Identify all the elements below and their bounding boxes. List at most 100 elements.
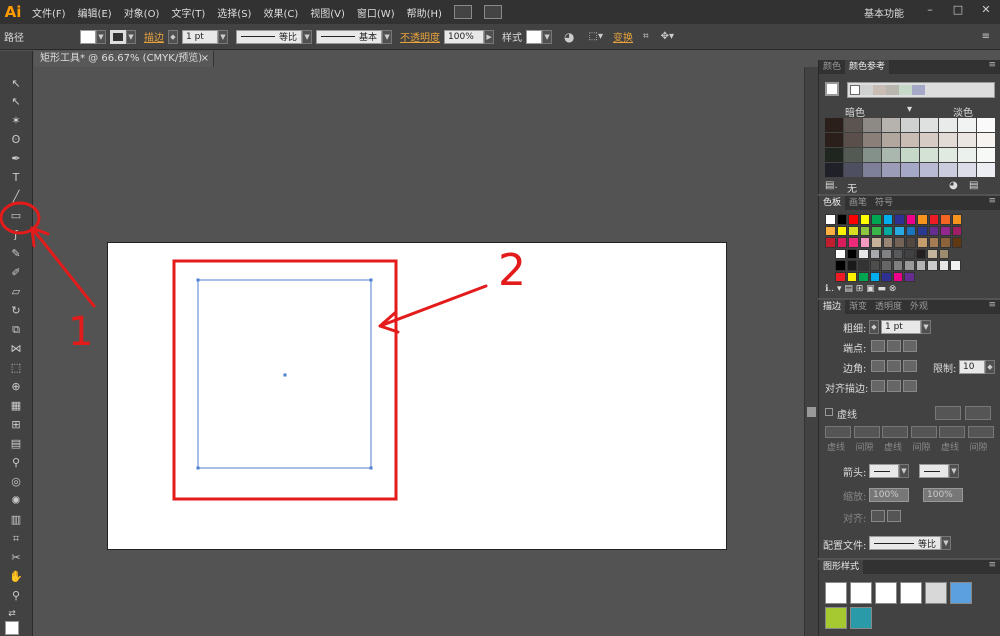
harmony-color-swatch[interactable] bbox=[825, 82, 839, 96]
color-swatch[interactable] bbox=[951, 214, 962, 225]
harmony-color[interactable] bbox=[873, 85, 886, 95]
tab-appearance[interactable]: 外观 bbox=[906, 300, 932, 314]
color-swatch[interactable] bbox=[869, 271, 880, 282]
graphic-styles-grid[interactable] bbox=[825, 582, 995, 632]
color-swatch[interactable] bbox=[882, 237, 893, 248]
guide-swatch[interactable] bbox=[939, 133, 957, 147]
guide-swatch[interactable] bbox=[825, 118, 843, 132]
tab-swatches[interactable]: 色板 bbox=[819, 196, 846, 210]
harmony-color[interactable] bbox=[886, 85, 899, 95]
align-inside-button[interactable] bbox=[887, 380, 901, 392]
color-swatch[interactable] bbox=[892, 248, 903, 259]
color-swatch[interactable] bbox=[869, 260, 880, 271]
color-swatch[interactable] bbox=[858, 271, 869, 282]
guide-swatch[interactable] bbox=[958, 163, 976, 177]
color-swatch[interactable] bbox=[917, 237, 928, 248]
color-swatch[interactable] bbox=[825, 214, 836, 225]
guide-swatch[interactable] bbox=[844, 118, 862, 132]
color-swatch[interactable] bbox=[892, 260, 903, 271]
dash-align-button[interactable] bbox=[965, 406, 991, 420]
color-swatch[interactable] bbox=[836, 237, 847, 248]
color-swatch[interactable] bbox=[881, 271, 892, 282]
color-swatch[interactable] bbox=[938, 260, 949, 271]
anchor-point[interactable] bbox=[369, 466, 373, 470]
graphic-style-swatch[interactable] bbox=[825, 582, 847, 604]
guide-swatch[interactable] bbox=[920, 118, 938, 132]
color-swatch[interactable] bbox=[835, 271, 846, 282]
profile-select[interactable]: 等比 bbox=[869, 536, 941, 550]
color-swatch[interactable] bbox=[882, 214, 893, 225]
color-swatch[interactable] bbox=[848, 225, 859, 236]
color-swatch[interactable] bbox=[825, 225, 836, 236]
color-swatch[interactable] bbox=[915, 260, 926, 271]
graphic-style-swatch[interactable] bbox=[850, 607, 872, 629]
color-swatch[interactable] bbox=[846, 260, 857, 271]
graphic-style-swatch[interactable] bbox=[875, 582, 897, 604]
panel-menu-icon[interactable]: ≡ bbox=[988, 196, 996, 206]
color-swatch[interactable] bbox=[859, 214, 870, 225]
guide-swatch[interactable] bbox=[882, 133, 900, 147]
color-swatch[interactable] bbox=[859, 225, 870, 236]
guide-swatch[interactable] bbox=[939, 163, 957, 177]
color-swatch[interactable] bbox=[904, 248, 915, 259]
color-swatch[interactable] bbox=[917, 214, 928, 225]
guide-swatch[interactable] bbox=[844, 163, 862, 177]
tab-symbols[interactable]: 符号 bbox=[871, 196, 897, 210]
dash-gap-input[interactable] bbox=[939, 426, 965, 438]
tab-color[interactable]: 颜色 bbox=[819, 60, 845, 74]
color-swatch[interactable] bbox=[938, 248, 949, 259]
harmony-color[interactable] bbox=[912, 85, 925, 95]
color-swatch[interactable] bbox=[835, 260, 846, 271]
weight-input[interactable]: 1 pt bbox=[881, 320, 921, 334]
color-swatch[interactable] bbox=[917, 225, 928, 236]
color-swatch[interactable] bbox=[951, 237, 962, 248]
guide-swatch[interactable] bbox=[863, 118, 881, 132]
color-swatch[interactable] bbox=[846, 271, 857, 282]
guide-swatch[interactable] bbox=[958, 148, 976, 162]
color-swatch[interactable] bbox=[835, 248, 846, 259]
guide-swatch[interactable] bbox=[977, 148, 995, 162]
align-center-button[interactable] bbox=[871, 380, 885, 392]
color-swatch[interactable] bbox=[848, 214, 859, 225]
color-swatch[interactable] bbox=[882, 225, 893, 236]
color-swatch[interactable] bbox=[940, 225, 951, 236]
round-cap-button[interactable] bbox=[887, 340, 901, 352]
color-swatch[interactable] bbox=[904, 271, 915, 282]
limit-input[interactable]: 10 bbox=[959, 360, 985, 374]
panel-menu-icon[interactable]: ≡ bbox=[988, 300, 996, 310]
guide-swatch[interactable] bbox=[920, 148, 938, 162]
bevel-join-button[interactable] bbox=[903, 360, 917, 372]
color-swatch[interactable] bbox=[859, 237, 870, 248]
miter-join-button[interactable] bbox=[871, 360, 885, 372]
tab-gradient[interactable]: 渐变 bbox=[845, 300, 871, 314]
color-swatch[interactable] bbox=[928, 214, 939, 225]
tab-graphic-styles[interactable]: 图形样式 bbox=[819, 560, 864, 574]
color-swatch[interactable] bbox=[928, 237, 939, 248]
color-swatch[interactable] bbox=[940, 237, 951, 248]
anchor-point[interactable] bbox=[369, 278, 373, 282]
guide-swatch[interactable] bbox=[977, 163, 995, 177]
align-outside-button[interactable] bbox=[903, 380, 917, 392]
graphic-style-swatch[interactable] bbox=[825, 607, 847, 629]
color-swatch[interactable] bbox=[905, 237, 916, 248]
end-arrowhead-select[interactable] bbox=[919, 464, 949, 478]
start-arrowhead-select[interactable] bbox=[869, 464, 899, 478]
color-swatch[interactable] bbox=[846, 248, 857, 259]
guide-swatch[interactable] bbox=[844, 148, 862, 162]
guide-swatch[interactable] bbox=[863, 133, 881, 147]
graphic-style-swatch[interactable] bbox=[900, 582, 922, 604]
guide-swatch[interactable] bbox=[825, 148, 843, 162]
guide-swatch[interactable] bbox=[901, 118, 919, 132]
color-swatch[interactable] bbox=[858, 260, 869, 271]
color-swatch[interactable] bbox=[836, 214, 847, 225]
color-swatch[interactable] bbox=[892, 271, 903, 282]
dash-gap-input[interactable] bbox=[882, 426, 908, 438]
guide-swatch[interactable] bbox=[863, 148, 881, 162]
dashed-line-checkbox[interactable] bbox=[825, 408, 833, 416]
dash-gap-input[interactable] bbox=[825, 426, 851, 438]
dash-preserve-button[interactable] bbox=[935, 406, 961, 420]
color-swatch[interactable] bbox=[836, 225, 847, 236]
guide-swatch[interactable] bbox=[901, 148, 919, 162]
color-swatch[interactable] bbox=[940, 214, 951, 225]
anchor-point[interactable] bbox=[196, 278, 200, 282]
